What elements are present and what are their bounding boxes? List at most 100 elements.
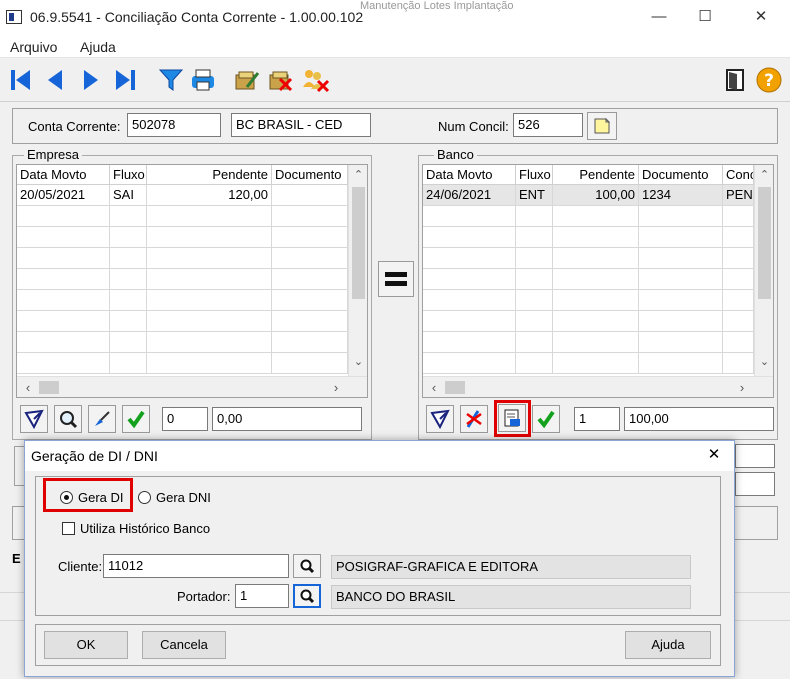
table-row — [423, 353, 516, 374]
table-row — [272, 206, 348, 227]
gera-di-label[interactable]: Gera DI — [78, 490, 124, 505]
gera-dni-label[interactable]: Gera DNI — [156, 490, 211, 505]
empresa-unselect-button[interactable] — [20, 405, 48, 433]
print-icon[interactable] — [188, 65, 218, 95]
generate-di-button[interactable] — [498, 404, 526, 432]
menu-arquivo[interactable]: Arquivo — [10, 39, 57, 55]
scroll-left-icon[interactable]: ‹ — [21, 380, 35, 395]
banco-cancel-link-button[interactable] — [460, 405, 488, 433]
last-record-icon[interactable] — [110, 65, 140, 95]
table-row — [553, 248, 639, 269]
scroll-down-icon[interactable]: ⌄ — [349, 355, 367, 368]
cancel-users-icon[interactable] — [300, 65, 330, 95]
num-concil-field[interactable]: 526 — [513, 113, 583, 137]
empresa-col-fluxo[interactable]: Fluxo — [110, 165, 147, 185]
cursor-pen-icon — [430, 409, 450, 429]
empresa-clear-button[interactable] — [88, 405, 116, 433]
table-row[interactable]: 1234 — [639, 185, 723, 206]
first-record-icon[interactable] — [6, 65, 36, 95]
table-row — [516, 227, 553, 248]
table-row — [110, 227, 147, 248]
scroll-thumb[interactable] — [758, 187, 771, 299]
cliente-field[interactable]: 11012 — [103, 554, 289, 578]
banco-confirm-button[interactable] — [532, 405, 560, 433]
table-row — [17, 290, 110, 311]
exit-door-icon[interactable] — [720, 65, 750, 95]
scroll-up-icon[interactable]: ⌃ — [349, 168, 367, 181]
utiliza-historico-checkbox[interactable] — [62, 522, 75, 535]
table-row[interactable]: 120,00 — [147, 185, 272, 206]
table-row[interactable]: SAI — [110, 185, 147, 206]
scroll-right-icon[interactable]: › — [329, 380, 343, 395]
table-row — [17, 353, 110, 374]
maximize-button[interactable]: ☐ — [682, 4, 728, 32]
banco-unselect-button[interactable] — [426, 405, 454, 433]
banco-col-conc[interactable]: Conc — [723, 165, 754, 185]
conta-corrente-field[interactable]: 502078 — [127, 113, 221, 137]
scroll-thumb[interactable] — [445, 381, 465, 394]
gera-dni-radio[interactable] — [138, 491, 151, 504]
scroll-down-icon[interactable]: ⌄ — [755, 355, 773, 368]
banco-hscrollbar[interactable]: ‹ › — [423, 376, 773, 397]
scroll-thumb[interactable] — [352, 187, 365, 299]
filter-icon[interactable] — [156, 65, 186, 95]
banco-nome-field: BC BRASIL - CED — [231, 113, 371, 137]
num-concil-label: Num Concil: — [438, 119, 509, 134]
close-button[interactable]: ✕ — [738, 4, 784, 32]
banco-col-fluxo[interactable]: Fluxo — [516, 165, 553, 185]
empresa-col-pendente[interactable]: Pendente — [147, 165, 272, 185]
empresa-confirm-button[interactable] — [122, 405, 150, 433]
table-row — [553, 311, 639, 332]
empresa-hscrollbar[interactable]: ‹ › — [17, 376, 367, 397]
edit-records-icon[interactable] — [232, 65, 262, 95]
ok-button[interactable]: OK — [44, 631, 128, 659]
scroll-left-icon[interactable]: ‹ — [427, 380, 441, 395]
empresa-col-documento[interactable]: Documento — [272, 165, 348, 185]
menu-ajuda[interactable]: Ajuda — [80, 39, 116, 55]
new-concil-button[interactable] — [587, 112, 617, 140]
banco-col-data[interactable]: Data Movto — [423, 165, 516, 185]
table-row[interactable]: PEN — [723, 185, 754, 206]
portador-search-button[interactable] — [293, 584, 321, 608]
portador-field[interactable]: 1 — [235, 584, 289, 608]
background-window-title: Manutenção Lotes Implantação — [360, 0, 514, 12]
banco-grid[interactable]: Data Movto Fluxo Pendente Documento Conc… — [422, 164, 774, 398]
empresa-grid[interactable]: Data Movto Fluxo Pendente Documento 20/0… — [16, 164, 368, 398]
table-row[interactable]: ENT — [516, 185, 553, 206]
banco-vscrollbar[interactable]: ⌃ ⌄ — [754, 165, 773, 376]
table-row[interactable]: 20/05/2021 — [17, 185, 110, 206]
minimize-button[interactable]: — — [636, 4, 682, 32]
next-record-icon[interactable] — [76, 65, 106, 95]
menu-bar: Arquivo Ajuda — [0, 36, 790, 58]
table-row — [110, 332, 147, 353]
cliente-search-button[interactable] — [293, 554, 321, 578]
cancela-button[interactable]: Cancela — [142, 631, 226, 659]
match-equal-button[interactable] — [378, 261, 414, 297]
utiliza-historico-label[interactable]: Utiliza Histórico Banco — [80, 521, 210, 536]
help-icon[interactable]: ? — [754, 65, 784, 95]
table-row — [639, 227, 723, 248]
empresa-col-data[interactable]: Data Movto — [17, 165, 110, 185]
scroll-thumb[interactable] — [39, 381, 59, 394]
banco-col-pendente[interactable]: Pendente — [553, 165, 639, 185]
scroll-up-icon[interactable]: ⌃ — [755, 168, 773, 181]
ajuda-button[interactable]: Ajuda — [625, 631, 711, 659]
table-row[interactable]: 100,00 — [553, 185, 639, 206]
table-row[interactable] — [272, 185, 348, 206]
table-row — [723, 353, 754, 374]
toolbar: ? — [0, 58, 790, 102]
empresa-vscrollbar[interactable]: ⌃ ⌄ — [348, 165, 367, 376]
document-generate-icon — [504, 409, 520, 427]
table-row[interactable]: 24/06/2021 — [423, 185, 516, 206]
empresa-search-button[interactable] — [54, 405, 82, 433]
table-row — [553, 332, 639, 353]
dialog-close-button[interactable]: ✕ — [701, 445, 727, 467]
hidden-section-letter: E — [12, 551, 21, 566]
banco-col-documento[interactable]: Documento — [639, 165, 723, 185]
table-row — [723, 248, 754, 269]
delete-records-icon[interactable] — [266, 65, 296, 95]
previous-record-icon[interactable] — [40, 65, 70, 95]
gera-di-radio[interactable] — [60, 491, 73, 504]
table-row — [110, 206, 147, 227]
scroll-right-icon[interactable]: › — [735, 380, 749, 395]
